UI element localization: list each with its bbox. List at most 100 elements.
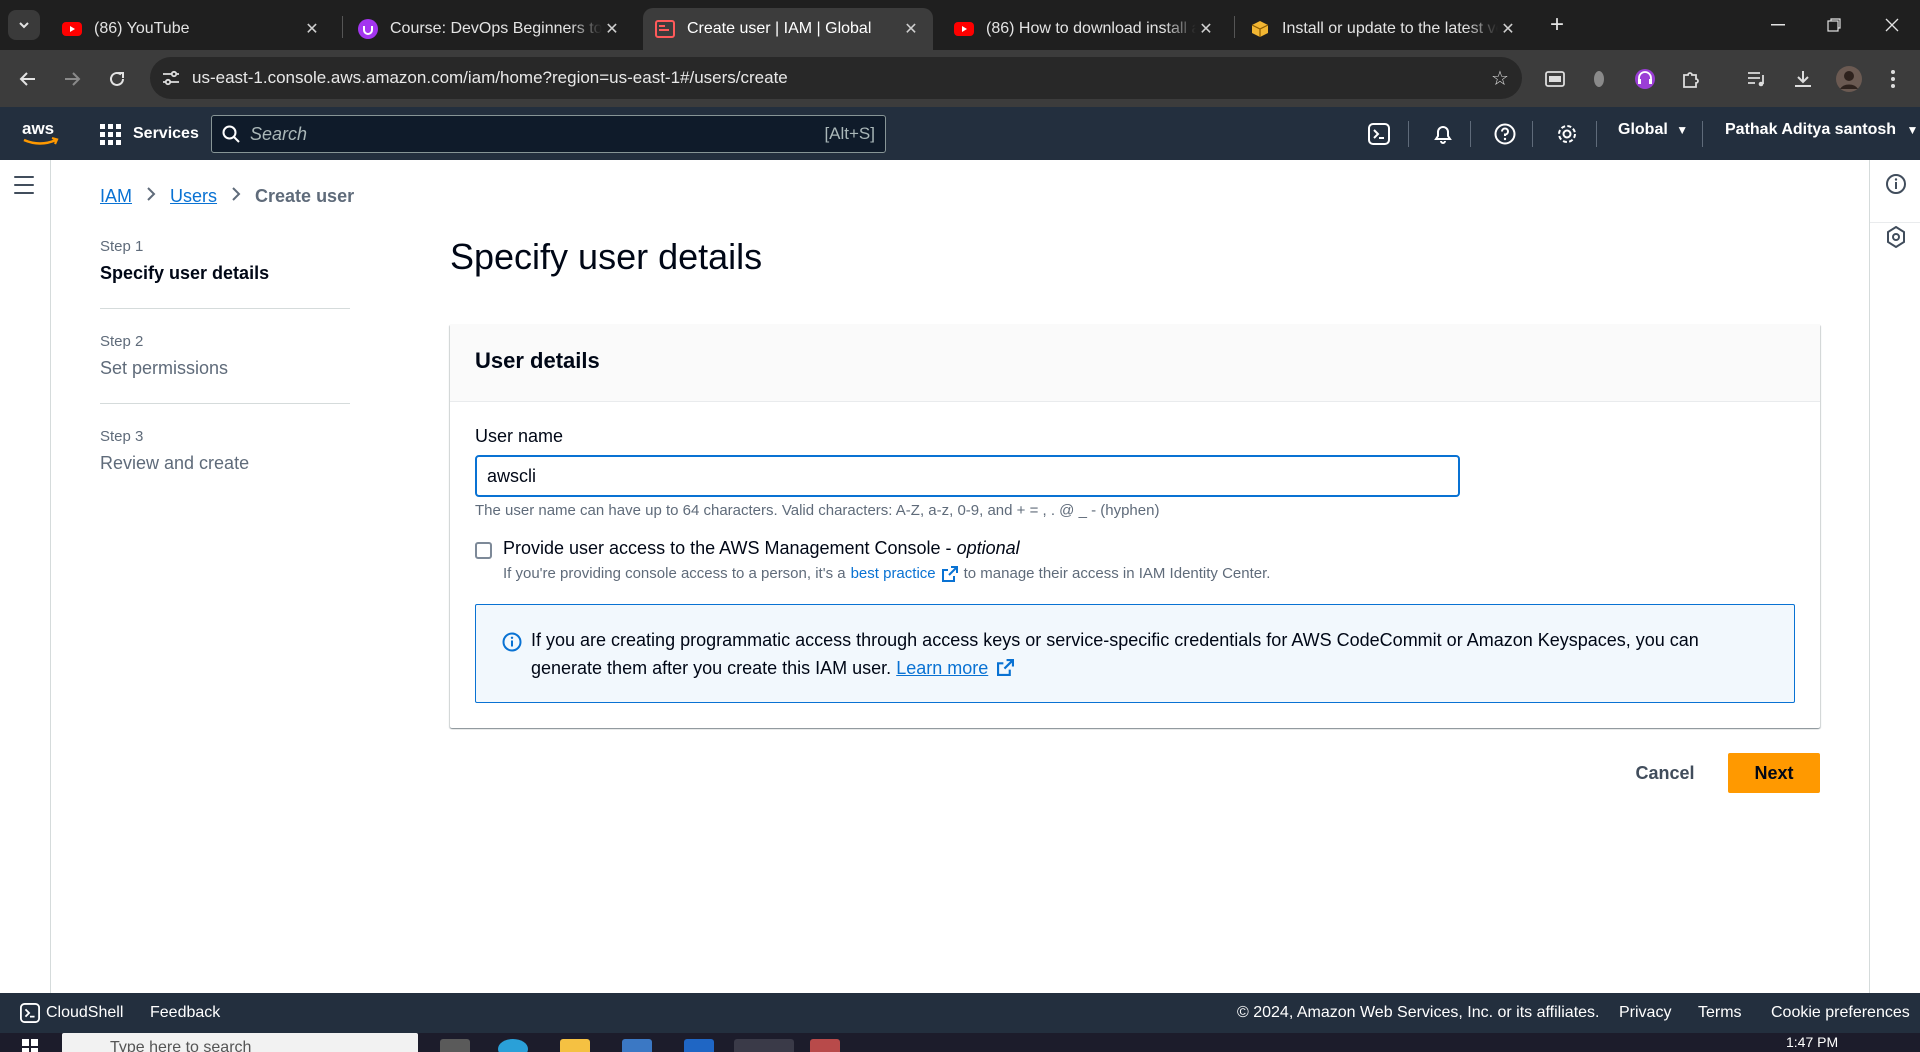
tools-panel-rail [1869, 160, 1920, 993]
step-name: Specify user details [100, 263, 270, 283]
console-access-description: If you're providing console access to a … [503, 565, 1270, 582]
console-access-option: Provide user access to the AWS Managemen… [475, 538, 1020, 559]
wizard-step-1: Step 1 Specify user details [100, 238, 350, 309]
footer-privacy-link[interactable]: Privacy [1619, 1004, 1671, 1022]
chrome-taskbar-icon[interactable] [734, 1039, 794, 1052]
file-explorer-icon[interactable] [560, 1039, 590, 1052]
tab-title: (86) How to download install and configu… [986, 20, 1196, 37]
browser-tab-youtube-howto[interactable]: (86) How to download install and configu… [942, 8, 1228, 50]
address-url: us-east-1.console.aws.amazon.com/iam/hom… [192, 68, 788, 87]
feedback-hexagon-icon[interactable] [1886, 225, 1906, 253]
region-selector[interactable]: Global ▼ [1618, 121, 1688, 139]
windows-start-icon[interactable] [22, 1039, 38, 1052]
tab-search-button[interactable] [8, 10, 40, 40]
taskbar-search-placeholder: Type here to search [110, 1039, 252, 1052]
tab-title: Create user | IAM | Global [687, 20, 872, 37]
browser-tab-aws-docs[interactable]: Install or update to the latest version … [1238, 8, 1530, 50]
task-view-icon[interactable] [440, 1039, 470, 1052]
youtube-icon [62, 19, 82, 39]
browser-tab-youtube[interactable]: (86) YouTube ✕ [50, 8, 334, 50]
tab-close-icon[interactable]: ✕ [1498, 19, 1518, 39]
footer-terms-link[interactable]: Terms [1698, 1004, 1742, 1022]
site-settings-icon[interactable] [150, 70, 192, 86]
store-icon[interactable] [622, 1039, 652, 1052]
alert-text: If you are creating programmatic access … [531, 630, 1699, 678]
footer-cloudshell-link[interactable]: CloudShell [46, 1004, 123, 1022]
nav-divider [1532, 121, 1533, 147]
profile-avatar[interactable] [1836, 66, 1862, 92]
tab-title: Install or update to the latest version [1282, 20, 1498, 37]
grid-apps-icon [100, 123, 121, 145]
extension-cast-icon[interactable] [1542, 66, 1568, 92]
console-access-checkbox[interactable] [475, 542, 492, 559]
services-label: Services [133, 125, 199, 142]
chevron-right-icon [146, 186, 156, 207]
bookmark-star-icon[interactable]: ☆ [1478, 66, 1522, 91]
udemy-icon [358, 19, 378, 39]
extensions-puzzle-icon[interactable] [1678, 66, 1704, 92]
step-name: Set permissions [100, 358, 229, 378]
nav-divider [1470, 121, 1471, 147]
alert-text-block: If you are creating programmatic access … [531, 626, 1771, 684]
footer-cookie-preferences-link[interactable]: Cookie preferences [1771, 1004, 1910, 1022]
caret-down-icon: ▼ [1906, 123, 1919, 137]
username-hint: The user name can have up to 64 characte… [475, 502, 1160, 519]
notifications-bell-icon[interactable] [1428, 119, 1458, 149]
learn-more-link[interactable]: Learn more [896, 658, 988, 678]
step-number: Step 1 [100, 238, 144, 255]
paint-icon[interactable] [810, 1039, 840, 1052]
console-access-label[interactable]: Provide user access to the AWS Managemen… [503, 538, 1020, 559]
new-tab-plus-icon[interactable]: + [1542, 10, 1572, 40]
minimize-icon[interactable] [1750, 0, 1806, 50]
address-bar[interactable]: us-east-1.console.aws.amazon.com/iam/hom… [150, 57, 1522, 99]
restore-icon[interactable] [1806, 0, 1862, 50]
help-icon[interactable] [1490, 119, 1520, 149]
forward-arrow-icon[interactable] [56, 62, 90, 96]
browser-menu-icon[interactable] [1880, 66, 1906, 92]
tab-close-icon[interactable]: ✕ [302, 19, 322, 39]
wizard-step-3: Step 3 Review and create [100, 428, 350, 498]
step-number: Step 3 [100, 428, 144, 445]
search-shortcut-hint: [Alt+S] [824, 124, 875, 143]
aws-search-input[interactable]: Search [Alt+S] [211, 115, 886, 153]
tab-close-icon[interactable]: ✕ [901, 19, 921, 39]
panel-title: User details [450, 324, 1820, 402]
extension-cursor-icon[interactable] [1586, 66, 1612, 92]
breadcrumb-users[interactable]: Users [170, 186, 217, 207]
browser-tab-udemy[interactable]: Course: DevOps Beginners to Advanced ✕ [346, 8, 634, 50]
settings-gear-icon[interactable] [1552, 119, 1582, 149]
tab-close-icon[interactable]: ✕ [602, 19, 622, 39]
account-menu[interactable]: Pathak Aditya santosh ▼ [1725, 121, 1918, 139]
info-panel-icon[interactable] [1886, 174, 1906, 199]
media-controls-icon[interactable] [1744, 66, 1770, 92]
best-practice-link[interactable]: best practice [851, 565, 936, 582]
step-name: Review and create [100, 453, 250, 473]
taskbar-search-input[interactable]: Type here to search [62, 1033, 418, 1052]
edge-browser-icon[interactable] [498, 1039, 528, 1052]
footer-copyright: © 2024, Amazon Web Services, Inc. or its… [1237, 1004, 1600, 1021]
cancel-button[interactable]: Cancel [1620, 753, 1710, 793]
username-input[interactable] [475, 455, 1460, 497]
close-window-icon[interactable] [1864, 0, 1920, 50]
external-link-icon [997, 656, 1015, 684]
info-icon [502, 632, 522, 652]
search-placeholder: Search [250, 123, 308, 144]
back-arrow-icon[interactable] [10, 62, 44, 96]
aws-docs-icon [1250, 19, 1270, 39]
next-button[interactable]: Next [1728, 753, 1820, 793]
tab-close-icon[interactable]: ✕ [1196, 19, 1216, 39]
console-footer: CloudShell Feedback © 2024, Amazon Web S… [0, 993, 1920, 1033]
reload-icon[interactable] [100, 62, 134, 96]
download-icon[interactable] [1790, 66, 1816, 92]
browser-tab-iam[interactable]: Create user | IAM | Global ✕ [643, 8, 933, 50]
hamburger-menu-icon[interactable] [14, 176, 34, 200]
breadcrumb-iam[interactable]: IAM [100, 186, 132, 207]
aws-logo-icon[interactable]: aws [20, 119, 62, 149]
breadcrumb: IAM Users Create user [100, 186, 354, 207]
extension-headset-icon[interactable] [1632, 66, 1658, 92]
services-menu-button[interactable]: Services [100, 119, 199, 149]
cloudshell-icon[interactable] [1364, 119, 1394, 149]
footer-feedback-link[interactable]: Feedback [150, 1004, 220, 1022]
svg-text:aws: aws [22, 119, 54, 138]
mail-icon[interactable] [684, 1039, 714, 1052]
